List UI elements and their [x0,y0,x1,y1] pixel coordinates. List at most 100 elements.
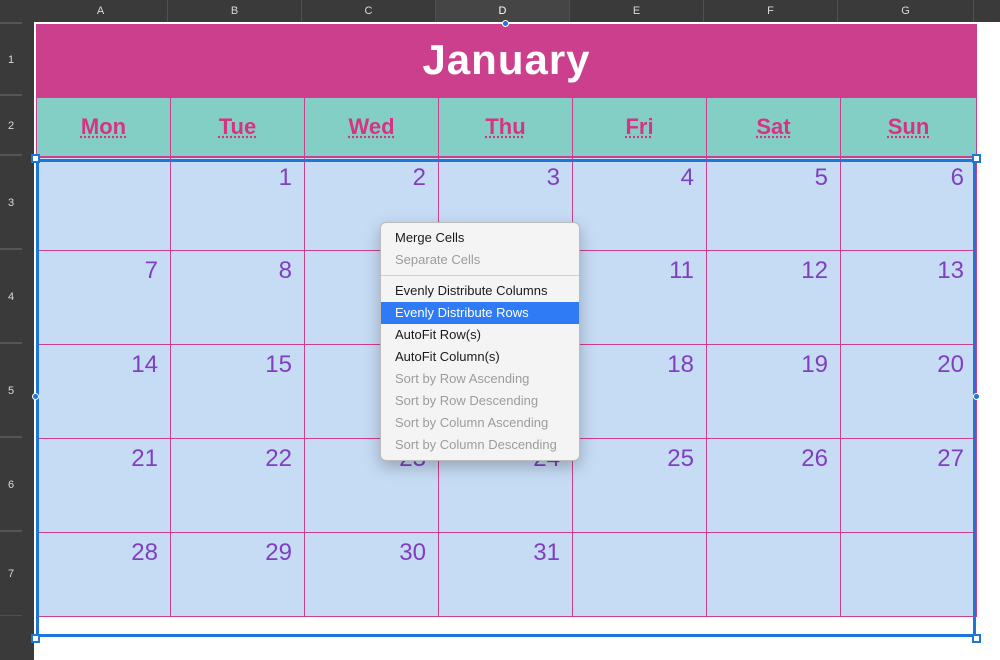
selection-handle-nw[interactable] [31,154,40,163]
day-number: 11 [669,257,694,285]
day-cell[interactable]: 27 [841,439,977,533]
day-number: 22 [265,445,292,473]
dow-label: Fri [625,114,653,139]
context-menu[interactable]: Merge CellsSeparate Cells Evenly Distribu… [380,222,580,461]
day-number: 4 [681,164,694,192]
row-header-6[interactable]: 6 [0,438,22,532]
day-cell[interactable]: 14 [37,345,171,439]
dow-cell-wed[interactable]: Wed [305,97,439,157]
menu-item-sort-by-column-descending: Sort by Column Descending [381,434,579,456]
column-header-e[interactable]: E [570,0,704,22]
day-cell[interactable]: 1 [171,157,305,251]
day-cell[interactable]: 21 [37,439,171,533]
day-number: 27 [937,445,964,473]
selection-handle-sw[interactable] [31,634,40,643]
selection-mid-left[interactable] [32,393,39,400]
day-number: 31 [533,539,560,567]
day-cell[interactable]: 29 [171,533,305,617]
dow-cell-fri[interactable]: Fri [573,97,707,157]
day-cell[interactable]: 7 [37,251,171,345]
menu-item-sort-by-column-ascending: Sort by Column Ascending [381,412,579,434]
day-number: 3 [547,164,560,192]
dow-label: Tue [219,114,256,139]
day-cell[interactable]: 19 [707,345,841,439]
day-cell[interactable]: 6 [841,157,977,251]
day-number: 29 [265,539,292,567]
day-cell[interactable]: 18 [573,345,707,439]
day-number: 12 [801,257,828,285]
column-header-g[interactable]: G [838,0,974,22]
dow-cell-tue[interactable]: Tue [171,97,305,157]
day-number: 19 [801,351,828,379]
selection-mid-top[interactable] [502,20,509,27]
row-header-5[interactable]: 5 [0,344,22,438]
day-cell[interactable]: 22 [171,439,305,533]
day-number: 6 [951,164,964,192]
day-cell-blank[interactable] [841,533,977,617]
day-cell[interactable]: 5 [707,157,841,251]
menu-item-separate-cells: Separate Cells [381,249,579,271]
day-cell-blank[interactable] [707,533,841,617]
day-number: 26 [801,445,828,473]
day-cell[interactable]: 11 [573,251,707,345]
dow-label: Thu [485,114,525,139]
day-number: 20 [937,351,964,379]
day-cell[interactable]: 13 [841,251,977,345]
menu-item-autofit-row-s-[interactable]: AutoFit Row(s) [381,324,579,346]
menu-item-evenly-distribute-columns[interactable]: Evenly Distribute Columns [381,280,579,302]
day-cell[interactable]: 28 [37,533,171,617]
ruler-corner-left [0,0,34,22]
selection-mid-right[interactable] [973,393,980,400]
day-cell-blank[interactable] [37,157,171,251]
day-cell[interactable]: 12 [707,251,841,345]
dow-label: Sat [756,114,790,139]
menu-item-sort-by-row-descending: Sort by Row Descending [381,390,579,412]
day-cell[interactable]: 20 [841,345,977,439]
row-header-2[interactable]: 2 [0,96,22,156]
dow-label: Sun [888,114,930,139]
day-cell-blank[interactable] [573,533,707,617]
menu-item-autofit-column-s-[interactable]: AutoFit Column(s) [381,346,579,368]
selection-handle-se[interactable] [972,634,981,643]
day-number: 8 [279,257,292,285]
day-number: 14 [131,351,158,379]
column-header-c[interactable]: C [302,0,436,22]
dow-cell-sun[interactable]: Sun [841,97,977,157]
day-number: 28 [131,539,158,567]
column-header-a[interactable]: A [34,0,168,22]
calendar-title-cell[interactable]: January [37,25,977,97]
day-cell[interactable]: 26 [707,439,841,533]
day-cell[interactable]: 4 [573,157,707,251]
dow-cell-sat[interactable]: Sat [707,97,841,157]
menu-item-evenly-distribute-rows[interactable]: Evenly Distribute Rows [381,302,579,324]
row-header-4[interactable]: 4 [0,250,22,344]
day-number: 2 [413,164,426,192]
app-stage: ABCDEFG 1234567 JanuaryMonTueWedThuFriSa… [0,0,1000,660]
row-header-3[interactable]: 3 [0,156,22,250]
dow-label: Mon [81,114,126,139]
day-cell[interactable]: 30 [305,533,439,617]
dow-cell-mon[interactable]: Mon [37,97,171,157]
day-number: 21 [131,445,158,473]
dow-cell-thu[interactable]: Thu [439,97,573,157]
day-number: 13 [937,257,964,285]
row-header-1[interactable]: 1 [0,24,22,96]
dow-label: Wed [348,114,394,139]
day-number: 25 [667,445,694,473]
day-number: 30 [399,539,426,567]
menu-separator [381,275,579,276]
day-number: 1 [279,164,292,192]
day-cell[interactable]: 8 [171,251,305,345]
row-ruler: 1234567 [0,0,34,660]
calendar-title: January [422,36,590,83]
selection-handle-ne[interactable] [972,154,981,163]
column-header-b[interactable]: B [168,0,302,22]
day-cell[interactable]: 31 [439,533,573,617]
day-cell[interactable]: 15 [171,345,305,439]
day-number: 5 [815,164,828,192]
menu-item-merge-cells[interactable]: Merge Cells [381,227,579,249]
day-cell[interactable]: 25 [573,439,707,533]
column-header-f[interactable]: F [704,0,838,22]
column-header-d[interactable]: D [436,0,570,22]
row-header-7[interactable]: 7 [0,532,22,616]
